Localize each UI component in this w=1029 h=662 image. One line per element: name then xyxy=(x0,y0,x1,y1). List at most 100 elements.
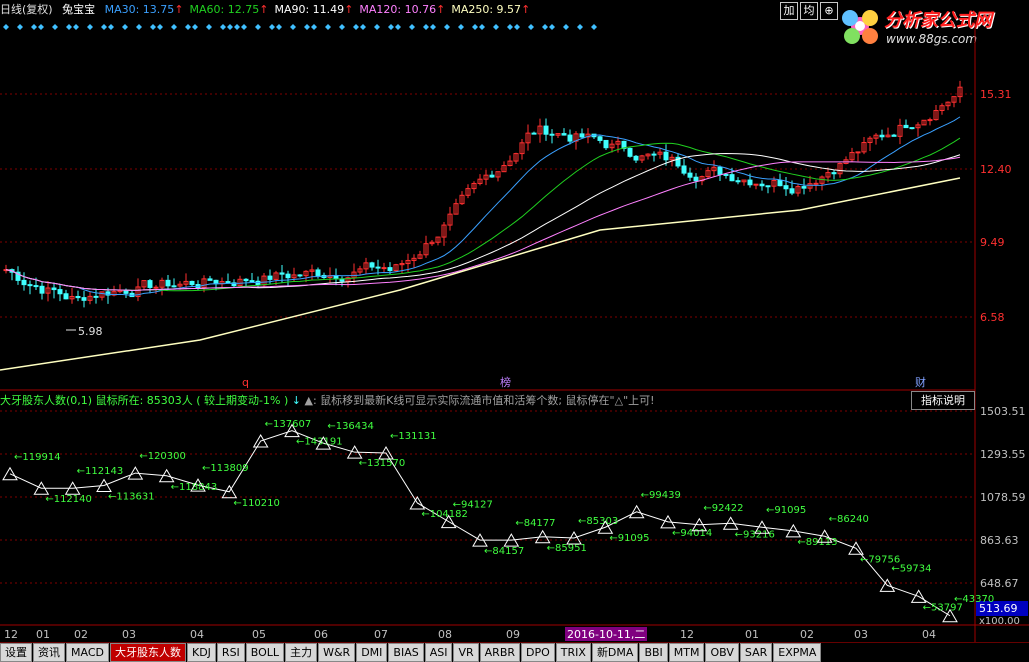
indicator-tick-label: 1078.59 xyxy=(980,491,1026,504)
signal-diamond-icon xyxy=(388,24,394,30)
time-tick-label: 05 xyxy=(252,628,266,641)
holder-count-label: ←86240 xyxy=(829,514,869,525)
candle-body xyxy=(681,165,687,174)
tab-3[interactable]: 大牙股东人数 xyxy=(109,643,186,662)
candle-body xyxy=(297,274,303,277)
indicator-tip: ▲: 鼠标移到最新K线可显示实际流通市值和活筹个数; 鼠标停在"△"上可! xyxy=(304,394,655,407)
tab-9[interactable]: DMI xyxy=(356,643,388,662)
signal-diamond-icon xyxy=(514,24,520,30)
candle-body xyxy=(633,155,639,161)
tab-6[interactable]: BOLL xyxy=(245,643,285,662)
tab-2[interactable]: MACD xyxy=(66,643,109,662)
event-marker: 财 xyxy=(915,375,926,389)
candle-body xyxy=(243,278,249,282)
holder-count-label: ←84177 xyxy=(515,518,555,529)
signal-diamond-icon xyxy=(241,24,247,30)
tab-1[interactable]: 资讯 xyxy=(33,643,65,662)
candle-body xyxy=(789,188,795,194)
tab-10[interactable]: BIAS xyxy=(388,643,424,662)
candle-body xyxy=(549,133,555,136)
candle-body xyxy=(315,269,321,276)
tab-0[interactable]: 设置 xyxy=(0,643,32,662)
candle-body xyxy=(627,147,633,157)
signal-diamond-icon xyxy=(528,24,534,30)
tab-16[interactable]: 新DMA xyxy=(591,643,639,662)
candle-body xyxy=(663,151,669,161)
price-low-label: 5.98 xyxy=(78,325,103,338)
price-tick-label: 12.40 xyxy=(980,163,1012,176)
candle-body xyxy=(777,179,783,187)
candle-body xyxy=(717,166,723,175)
candle-body xyxy=(51,287,57,291)
tab-11[interactable]: ASI xyxy=(424,643,453,662)
signal-diamond-icon xyxy=(507,24,513,30)
signal-diamond-icon xyxy=(549,24,555,30)
tab-13[interactable]: ARBR xyxy=(479,643,521,662)
holder-count-label: ←84157 xyxy=(484,546,524,557)
event-marker: q xyxy=(242,376,249,389)
tab-21[interactable]: EXPMA xyxy=(773,643,822,662)
candle-body xyxy=(279,272,285,275)
signal-diamond-icon xyxy=(339,24,345,30)
candle-body xyxy=(753,183,759,186)
event-marker: 榜 xyxy=(500,375,511,389)
price-tick-label: 9.49 xyxy=(980,236,1005,249)
chart-canvas[interactable]: 15.31 12.40 9.49 6.58 5.98 q 榜 财 1503.51 1293.55 1… xyxy=(0,0,1029,661)
candle-body xyxy=(567,134,573,142)
signal-diamond-icon xyxy=(269,24,275,30)
holder-count-label: ←94014 xyxy=(672,528,712,539)
candle-body xyxy=(171,285,177,288)
candle-body xyxy=(597,136,603,141)
candle-body xyxy=(909,127,915,130)
tab-19[interactable]: OBV xyxy=(705,643,739,662)
tab-4[interactable]: KDJ xyxy=(186,643,216,662)
candle-body xyxy=(147,280,153,288)
signal-diamond-icon xyxy=(311,24,317,30)
tab-7[interactable]: 主力 xyxy=(285,643,318,662)
candle-body xyxy=(39,285,45,294)
tab-18[interactable]: MTM xyxy=(668,643,705,662)
signal-diamond-icon xyxy=(591,24,597,30)
time-tick-label: 02 xyxy=(74,628,88,641)
tab-20[interactable]: SAR xyxy=(739,643,773,662)
time-tick-label: 04 xyxy=(922,628,936,641)
holder-count-label: ←113631 xyxy=(108,491,155,502)
holder-count-label: ←94127 xyxy=(453,500,493,511)
signal-diamond-icon xyxy=(227,24,233,30)
time-tick-label: 03 xyxy=(122,628,136,641)
candle-body xyxy=(267,275,273,280)
tab-15[interactable]: TRIX xyxy=(555,643,591,662)
candle-body xyxy=(93,295,99,298)
candle-body xyxy=(693,176,699,182)
time-tick-label: 06 xyxy=(314,628,328,641)
candle-body xyxy=(651,153,657,156)
candle-body xyxy=(879,134,885,138)
tab-5[interactable]: RSI xyxy=(216,643,245,662)
candle-body xyxy=(747,179,753,186)
signal-diamond-icon xyxy=(192,24,198,30)
holder-count-label: ←43370 xyxy=(954,594,994,605)
indicator-header: 大牙股东人数(0,1) 鼠标所在: 85303人 ( 较上期变动-1% ) ↓ … xyxy=(0,392,655,409)
tab-14[interactable]: DPO xyxy=(521,643,555,662)
candle-body xyxy=(57,289,63,295)
indicator-tick-label: 1503.51 xyxy=(980,405,1026,418)
tab-12[interactable]: VR xyxy=(453,643,479,662)
signal-diamond-icon xyxy=(136,24,142,30)
tab-8[interactable]: W&R xyxy=(318,643,356,662)
holder-count-label: ←119914 xyxy=(14,452,61,463)
signal-diamond-icon xyxy=(73,24,79,30)
indicator-help-button[interactable]: 指标说明 xyxy=(911,391,975,410)
candle-body xyxy=(165,279,171,287)
candle-body xyxy=(531,132,537,135)
signal-diamond-icon xyxy=(38,24,44,30)
signal-diamond-icon xyxy=(150,24,156,30)
time-tick-label: 01 xyxy=(745,628,759,641)
tab-17[interactable]: BBI xyxy=(639,643,668,662)
signal-diamond-icon xyxy=(52,24,58,30)
holder-count-label: ←91095 xyxy=(609,533,649,544)
signal-diamond-icon xyxy=(108,24,114,30)
candle-body xyxy=(723,173,729,176)
holder-count-label: ←99439 xyxy=(641,490,681,501)
holder-count-label: ←85303 xyxy=(578,516,618,527)
signal-diamond-icon xyxy=(101,24,107,30)
